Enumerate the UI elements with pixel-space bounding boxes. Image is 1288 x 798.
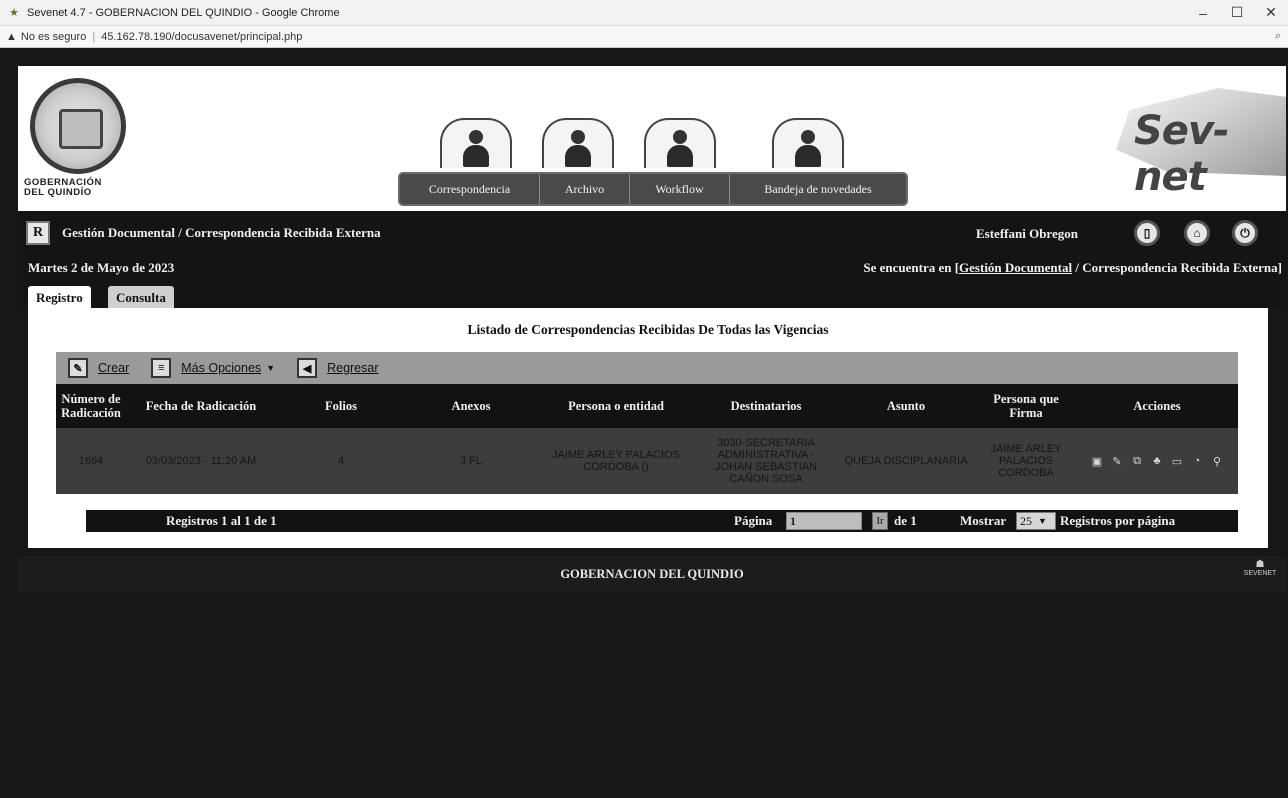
history-icon[interactable]: ◔	[1190, 454, 1204, 468]
cell-asunto: QUEJA DISCIPLANARIA	[844, 455, 968, 467]
col-fecha[interactable]: Fecha de Radicación	[126, 384, 276, 428]
show-label: Mostrar	[960, 513, 1007, 528]
module-icon: R	[26, 221, 50, 245]
page-total: de 1	[894, 513, 917, 528]
back-arrow-icon: ◀	[297, 358, 318, 378]
minimize-button[interactable]: –	[1186, 0, 1220, 26]
page-footer: GOBERNACION DEL QUINDIO ☗ SEVENET	[18, 556, 1286, 592]
location-breadcrumb: Se encuentra en [Gestión Documental / Co…	[863, 260, 1282, 275]
table-row[interactable]: 1664 03/03/2023 - 11:20 AM 4 3 FL JAIME …	[56, 428, 1238, 494]
url-text[interactable]: 45.162.78.190/docusavenet/principal.php	[101, 31, 1268, 43]
col-destinatarios[interactable]: Destinatarios	[696, 384, 836, 428]
document-icon[interactable]: ▯	[1134, 220, 1160, 246]
col-numero[interactable]: Número de Radicación	[56, 384, 126, 428]
attach-icon[interactable]: ⧉	[1130, 454, 1144, 468]
user-name: Esteffani Obregon	[976, 226, 1078, 241]
security-status: No es seguro	[20, 30, 87, 43]
logo-text: GOBERNACIÓN DEL QUINDÍO	[24, 177, 102, 198]
results-table: Número de Radicación Fecha de Radicación…	[56, 384, 1238, 494]
content-panel: Listado de Correspondencias Recibidas De…	[28, 308, 1268, 548]
brand-text: Sev-net	[1134, 108, 1230, 200]
tab-registro[interactable]: Registro	[28, 286, 91, 310]
go-button[interactable]: Ir	[872, 512, 888, 530]
footer-logo-icon: ☗	[1255, 559, 1265, 570]
nav-workflow[interactable]: Workflow	[630, 174, 730, 204]
address-separator: |	[92, 30, 96, 43]
users-icon[interactable]: ♣	[1150, 454, 1164, 468]
breadcrumb-link[interactable]: Gestión Documental	[959, 260, 1072, 275]
seal-icon	[30, 78, 126, 174]
nav-archivo[interactable]: Archivo	[540, 174, 630, 204]
col-firma[interactable]: Persona que Firma	[976, 384, 1076, 428]
options-icon: ≡	[151, 358, 172, 378]
col-persona[interactable]: Persona o entidad	[536, 384, 696, 428]
cell-numero: 1664	[78, 455, 104, 467]
edit-icon[interactable]: ✎	[1110, 454, 1124, 468]
exit-icon[interactable]: ⏻	[1232, 220, 1258, 246]
cell-folios: 4	[337, 455, 345, 467]
page-input[interactable]: 1	[786, 512, 862, 530]
maximize-button[interactable]: ☐	[1220, 0, 1254, 26]
pagination-bar: Registros 1 al 1 de 1 Página 1 Ir de 1 M…	[86, 510, 1238, 532]
app-favicon-icon: ★	[9, 7, 19, 19]
window-title: Sevenet 4.7 - GOBERNACION DEL QUINDIO - …	[27, 6, 340, 19]
col-asunto[interactable]: Asunto	[836, 384, 976, 428]
info-bar: Martes 2 de Mayo de 2023 Se encuentra en…	[18, 254, 1286, 282]
correspondencia-icon[interactable]	[440, 118, 512, 168]
sevenet-logo: Sev-net	[1096, 78, 1286, 200]
cell-fecha: 03/03/2023 - 11:20 AM	[145, 455, 257, 467]
tab-consulta[interactable]: Consulta	[108, 286, 174, 310]
nav-correspondencia[interactable]: Correspondencia	[400, 174, 540, 204]
view-icon[interactable]: ▣	[1090, 454, 1104, 468]
archivo-icon[interactable]	[542, 118, 614, 168]
col-anexos[interactable]: Anexos	[406, 384, 536, 428]
app-header: GOBERNACIÓN DEL QUINDÍO Correspondencia …	[18, 66, 1286, 211]
cell-persona: JAIME ARLEY PALACIOS CORDOBA ()	[552, 449, 680, 473]
gobernacion-logo: GOBERNACIÓN DEL QUINDÍO	[24, 78, 134, 198]
main-nav: Correspondencia Archivo Workflow Bandeja…	[398, 172, 908, 206]
footer-logo: ☗ SEVENET	[1240, 560, 1280, 578]
browser-titlebar: ★ Sevenet 4.7 - GOBERNACION DEL QUINDIO …	[0, 0, 1288, 26]
module-bar: R Gestión Documental / Correspondencia R…	[18, 212, 1286, 254]
print-icon[interactable]: ▭	[1170, 454, 1184, 468]
col-folios[interactable]: Folios	[276, 384, 406, 428]
chevron-down-icon: ▼	[1038, 516, 1047, 526]
regresar-button[interactable]: ◀ Regresar	[297, 358, 379, 378]
create-icon: ✎	[68, 358, 88, 378]
list-toolbar: ✎ Crear ≡ Más Opciones ▼ ◀ Regresar	[56, 352, 1238, 384]
tabs-row: Registro Consulta	[18, 282, 1286, 310]
mas-opciones-button[interactable]: ≡ Más Opciones ▼	[151, 358, 275, 378]
address-bar[interactable]: ▲ No es seguro | 45.162.78.190/docusaven…	[0, 26, 1288, 48]
cell-anexos: 3 FL	[459, 455, 482, 467]
crear-button[interactable]: ✎ Crear	[68, 358, 129, 378]
search-icon[interactable]: ⚲	[1210, 454, 1224, 468]
module-title: Gestión Documental / Correspondencia Rec…	[62, 225, 381, 240]
cell-destinatarios: 3030-SECRETARIA ADMINISTRATIVA - JOHAN S…	[714, 437, 818, 485]
page-label: Página	[734, 513, 773, 528]
cell-firma: JAIME ARLEY PALACIOS CORDOBA	[990, 443, 1062, 479]
dropdown-arrow-icon: ▼	[266, 363, 276, 373]
close-button[interactable]: ✕	[1254, 0, 1288, 26]
zoom-icon[interactable]: ⌕	[1268, 30, 1288, 43]
nav-bandeja[interactable]: Bandeja de novedades	[730, 174, 906, 204]
current-date: Martes 2 de Mayo de 2023	[28, 260, 175, 275]
page-size-select[interactable]: 25 ▼	[1016, 512, 1056, 530]
home-icon[interactable]: ⌂	[1184, 220, 1210, 246]
footer-text: GOBERNACION DEL QUINDIO	[560, 567, 744, 581]
bandeja-icon[interactable]	[772, 118, 844, 168]
workflow-icon[interactable]	[644, 118, 716, 168]
col-acciones: Acciones	[1133, 399, 1181, 413]
list-title: Listado de Correspondencias Recibidas De…	[467, 322, 829, 337]
row-actions: ▣ ✎ ⧉ ♣ ▭ ◔ ⚲	[1076, 428, 1238, 494]
per-page-label: Registros por página	[1060, 513, 1176, 528]
warning-icon: ▲	[6, 30, 17, 43]
app-root: ★ Sevenet 4.7 - GOBERNACION DEL QUINDIO …	[0, 0, 1288, 798]
records-count: Registros 1 al 1 de 1	[166, 513, 277, 528]
table-header: Número de Radicación Fecha de Radicación…	[56, 384, 1238, 428]
